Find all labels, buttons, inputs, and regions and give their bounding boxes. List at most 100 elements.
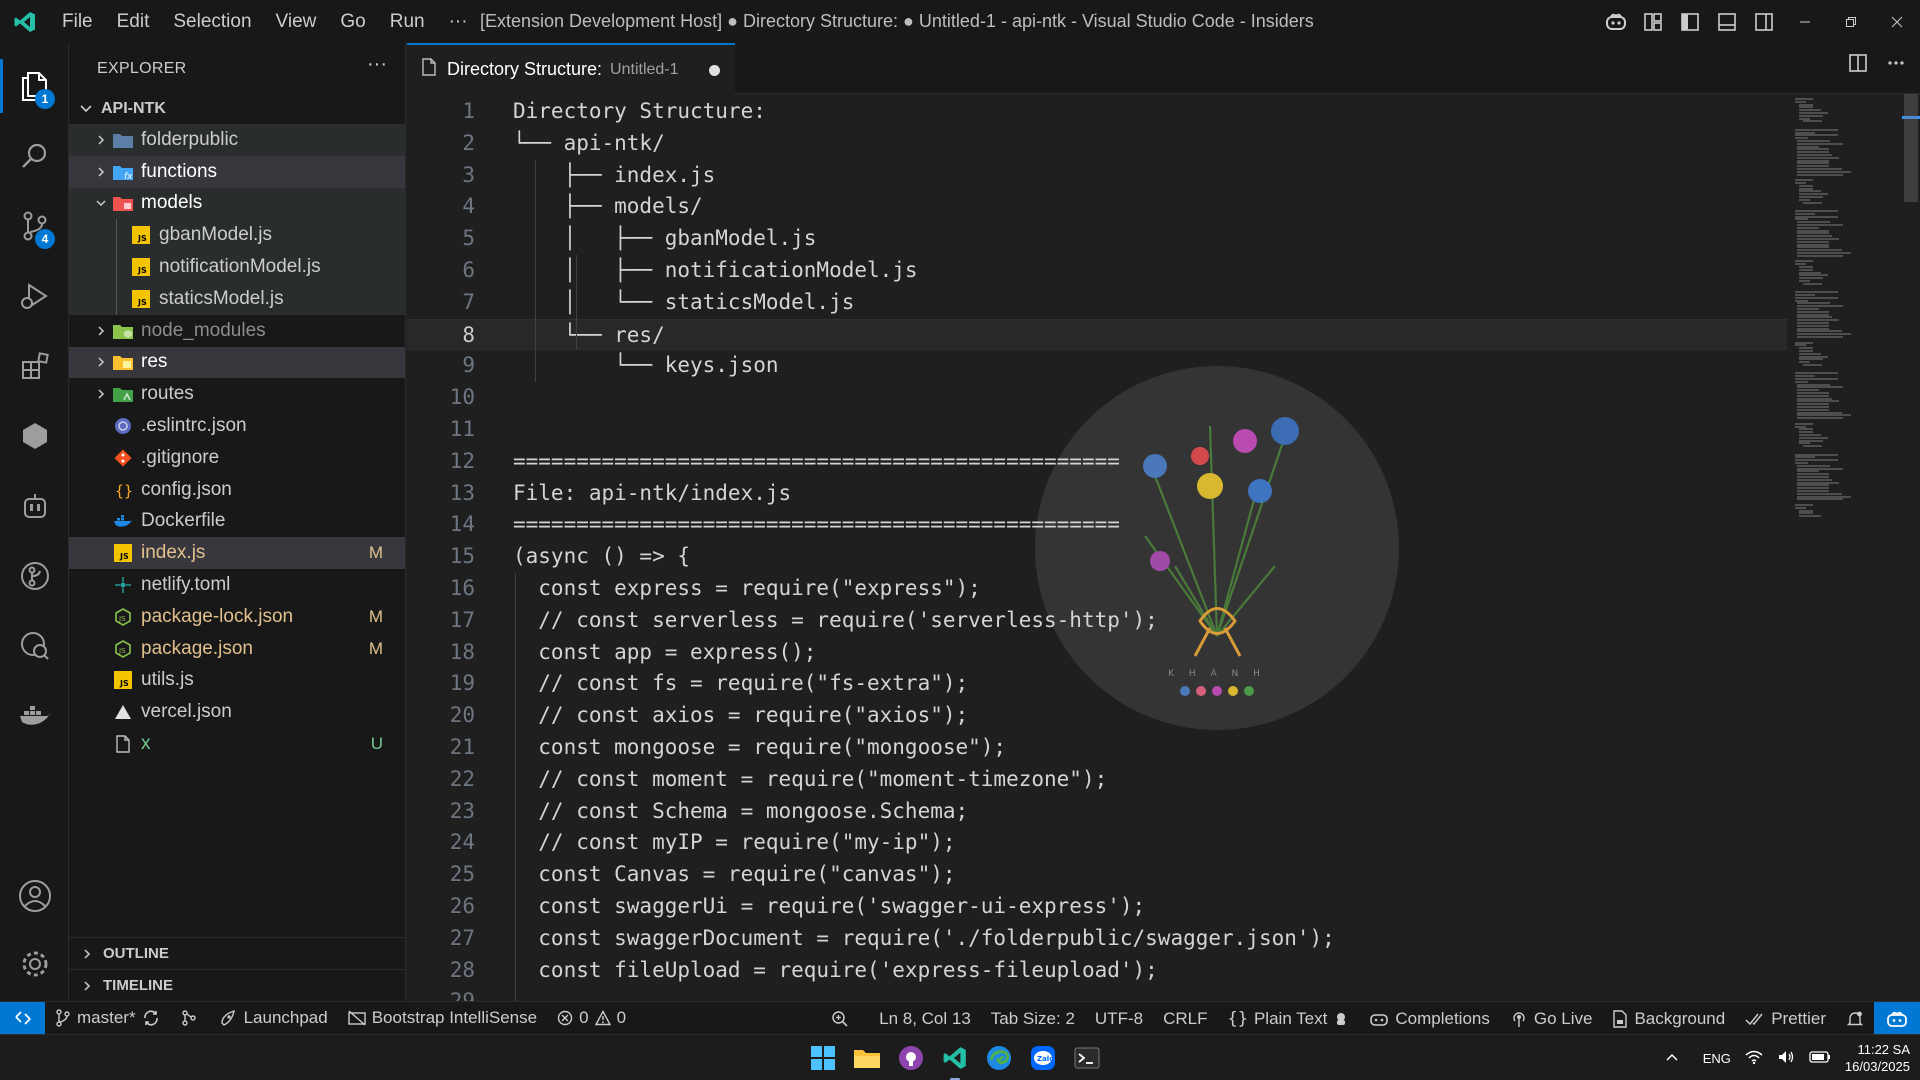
- customize-layout-icon[interactable]: [1634, 0, 1671, 43]
- cursor-position-button[interactable]: Ln 8, Col 13: [869, 1002, 981, 1035]
- hexagon-extension-activity[interactable]: [0, 401, 69, 471]
- tree-item-notificationmodel[interactable]: JS notificationModel.js: [69, 251, 405, 283]
- code-line[interactable]: 22 // const moment = require("moment-tim…: [407, 764, 1787, 796]
- more-actions-icon[interactable]: [1886, 53, 1906, 78]
- code-line[interactable]: 21 const mongoose = require("mongoose");: [407, 732, 1787, 764]
- tree-item-eslintrc[interactable]: .eslintrc.json: [69, 410, 405, 442]
- go-live-button[interactable]: Go Live: [1500, 1002, 1603, 1035]
- edge-icon[interactable]: [984, 1043, 1014, 1073]
- background-button[interactable]: Background: [1602, 1002, 1735, 1035]
- tree-item-vercel[interactable]: vercel.json: [69, 696, 405, 728]
- run-debug-activity[interactable]: [0, 261, 69, 331]
- code-line[interactable]: 15 (async () => {: [407, 541, 1787, 573]
- code-line[interactable]: 12 ======================================…: [407, 446, 1787, 478]
- code-line[interactable]: 11: [407, 414, 1787, 446]
- completions-button[interactable]: Completions: [1359, 1002, 1500, 1035]
- language-mode-button[interactable]: {} Plain Text: [1217, 1002, 1359, 1035]
- minimize-button[interactable]: [1782, 0, 1828, 43]
- sync-icon[interactable]: [142, 1009, 160, 1027]
- explorer-more-button[interactable]: ···: [367, 53, 387, 76]
- tree-item-routes[interactable]: routes: [69, 378, 405, 410]
- input-language[interactable]: ENG: [1703, 1051, 1731, 1066]
- vscode-insiders-logo-icon[interactable]: [0, 0, 50, 43]
- tree-item-index-js[interactable]: JS index.js M: [69, 537, 405, 570]
- tree-item-config-json[interactable]: {} config.json: [69, 474, 405, 506]
- workspace-root[interactable]: API-NTK: [69, 94, 405, 124]
- eol-button[interactable]: CRLF: [1153, 1002, 1217, 1035]
- gitlens-activity[interactable]: [0, 541, 69, 611]
- vscode-insiders-taskbar-icon[interactable]: [940, 1043, 970, 1080]
- gitlens-inspect-activity[interactable]: [0, 611, 69, 681]
- code-line[interactable]: 7 │ └── staticsModel.js: [407, 287, 1787, 319]
- launchpad-button[interactable]: Launchpad: [208, 1002, 338, 1035]
- code-line[interactable]: 27 const swaggerDocument = require('./fo…: [407, 923, 1787, 955]
- tree-item-staticsmodel[interactable]: JS staticsModel.js: [69, 282, 405, 315]
- scrollbar-thumb[interactable]: [1904, 94, 1918, 202]
- menu-go[interactable]: Go: [328, 0, 377, 43]
- menu-view[interactable]: View: [264, 0, 329, 43]
- search-activity[interactable]: [0, 121, 69, 191]
- toggle-panel-icon[interactable]: [1708, 0, 1745, 43]
- file-explorer-icon[interactable]: [852, 1043, 882, 1073]
- tree-item-package-json[interactable]: JS package.json M: [69, 633, 405, 665]
- battery-icon[interactable]: [1809, 1050, 1831, 1067]
- tree-item-functions[interactable]: fx functions: [69, 155, 405, 188]
- extensions-activity[interactable]: [0, 331, 69, 401]
- toggle-primary-sidebar-icon[interactable]: [1671, 0, 1708, 43]
- code-editor[interactable]: K H Á N H 1 Directory Structure: 2 └── api-…: [407, 94, 1920, 1001]
- git-graph-button[interactable]: [170, 1002, 208, 1035]
- code-line[interactable]: 16 const express = require("express");: [407, 573, 1787, 605]
- menu-file[interactable]: File: [50, 0, 105, 43]
- menu-more[interactable]: ···: [437, 0, 480, 43]
- tree-item-dockerfile[interactable]: Dockerfile: [69, 506, 405, 538]
- tree-item-models[interactable]: models: [69, 187, 405, 220]
- prettier-button[interactable]: Prettier: [1735, 1002, 1836, 1035]
- code-line[interactable]: 9 └── keys.json: [407, 350, 1787, 382]
- tree-item-utils-js[interactable]: JS utils.js: [69, 665, 405, 697]
- code-line[interactable]: 24 // const myIP = require("my-ip");: [407, 827, 1787, 859]
- accounts-activity[interactable]: [0, 861, 69, 931]
- code-line[interactable]: 2 └── api-ntk/: [407, 128, 1787, 160]
- wifi-icon[interactable]: [1745, 1049, 1763, 1068]
- zalo-icon[interactable]: Zalo: [1028, 1043, 1058, 1073]
- minimap[interactable]: [1793, 94, 1903, 1001]
- code-line[interactable]: 23 // const Schema = mongoose.Schema;: [407, 796, 1787, 828]
- tree-item-netlify[interactable]: netlify.toml: [69, 569, 405, 601]
- tab-size-button[interactable]: Tab Size: 2: [981, 1002, 1085, 1035]
- remote-indicator-button[interactable]: [0, 1001, 45, 1035]
- restore-button[interactable]: [1828, 0, 1874, 43]
- clock[interactable]: 11:22 SA 16/03/2025: [1845, 1041, 1910, 1075]
- encoding-button[interactable]: UTF-8: [1085, 1002, 1153, 1035]
- editor-scrollbar[interactable]: [1902, 94, 1920, 1001]
- code-line[interactable]: 25 const Canvas = require("canvas");: [407, 859, 1787, 891]
- menu-run[interactable]: Run: [378, 0, 437, 43]
- problems-button[interactable]: 0 0: [547, 1002, 636, 1035]
- tree-item-x[interactable]: x U: [69, 728, 405, 760]
- code-line[interactable]: 1 Directory Structure:: [407, 96, 1787, 128]
- code-line[interactable]: 8 └── res/: [407, 318, 1787, 351]
- code-line[interactable]: 5 │ ├── gbanModel.js: [407, 223, 1787, 255]
- zoom-button[interactable]: [821, 1002, 859, 1035]
- windows-start-icon[interactable]: [808, 1043, 838, 1073]
- bootstrap-intellisense-button[interactable]: Bootstrap IntelliSense: [338, 1002, 547, 1035]
- menu-edit[interactable]: Edit: [105, 0, 162, 43]
- branch-button[interactable]: master*: [45, 1002, 170, 1035]
- code-line[interactable]: 20 // const axios = require("axios");: [407, 700, 1787, 732]
- copilot-status-icon[interactable]: [1333, 1011, 1349, 1027]
- github-desktop-icon[interactable]: [896, 1043, 926, 1073]
- toggle-secondary-sidebar-icon[interactable]: [1745, 0, 1782, 43]
- tree-item-res[interactable]: res: [69, 346, 405, 379]
- code-line[interactable]: 3 ├── index.js: [407, 160, 1787, 192]
- code-line[interactable]: 6 │ ├── notificationModel.js: [407, 255, 1787, 287]
- code-line[interactable]: 13 File: api-ntk/index.js: [407, 478, 1787, 510]
- tree-item-folderpublic[interactable]: folderpublic: [69, 124, 405, 156]
- tab-untitled-1[interactable]: Directory Structure: Untitled-1: [407, 43, 735, 94]
- code-line[interactable]: 19 // const fs = require("fs-extra");: [407, 668, 1787, 700]
- notifications-button[interactable]: [1836, 1002, 1874, 1035]
- tree-item-gbanmodel[interactable]: JS gbanModel.js: [69, 219, 405, 252]
- tree-item-package-lock[interactable]: JS package-lock.json M: [69, 601, 405, 633]
- chevron-up-icon[interactable]: [1665, 1050, 1679, 1067]
- robot-extension-activity[interactable]: [0, 471, 69, 541]
- close-button[interactable]: [1874, 0, 1920, 43]
- split-editor-icon[interactable]: [1848, 53, 1868, 78]
